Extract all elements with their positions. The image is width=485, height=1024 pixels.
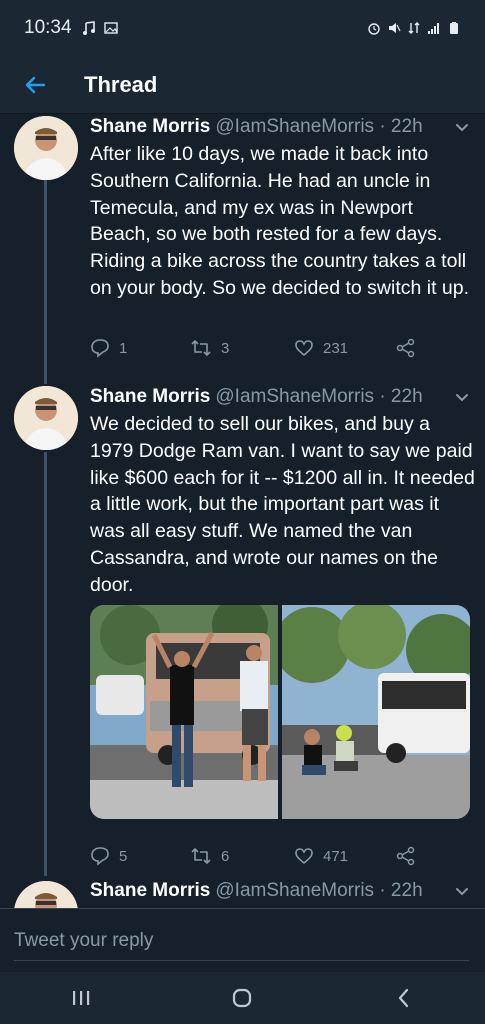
- gallery-icon: [103, 22, 118, 34]
- signal-icon: [428, 23, 439, 34]
- tweet-actions: 5 6 471: [90, 846, 430, 870]
- like-count: 231: [323, 339, 349, 357]
- system-nav-bar: [0, 972, 485, 1024]
- status-right-icons: [367, 21, 461, 35]
- tweet-header: Shane Morris @IamShaneMorris · 22h: [90, 116, 471, 138]
- home-button[interactable]: [212, 976, 272, 1020]
- reply-count: 1: [119, 339, 128, 357]
- share-icon: [396, 846, 415, 866]
- tweet-media[interactable]: [90, 605, 470, 819]
- battery-icon: [450, 22, 458, 34]
- reply-icon: [91, 339, 109, 358]
- author-name[interactable]: Shane Morris: [90, 386, 210, 408]
- like-button[interactable]: 471: [294, 846, 348, 866]
- share-button[interactable]: [396, 338, 416, 358]
- recents-button[interactable]: [51, 976, 111, 1020]
- retweet-icon: [191, 848, 211, 864]
- retweet-button[interactable]: 3: [190, 338, 229, 358]
- reply-input[interactable]: [14, 921, 469, 961]
- home-icon: [233, 988, 252, 1008]
- top-bar: Thread: [0, 56, 485, 114]
- tweet-actions: 1 3 231: [90, 338, 430, 362]
- retweet-count: 6: [221, 847, 230, 865]
- tweet[interactable]: Shane Morris @IamShaneMorris · 22h We de…: [0, 384, 485, 874]
- chevron-down-icon[interactable]: [453, 882, 471, 900]
- like-button[interactable]: 231: [294, 338, 348, 358]
- reply-bar: [0, 908, 485, 972]
- avatar[interactable]: [14, 386, 78, 450]
- mute-icon: [389, 23, 401, 33]
- recents-icon: [72, 991, 90, 1005]
- back-arrow-icon: [25, 76, 46, 93]
- tweet[interactable]: Shane Morris @IamShaneMorris · 22h: [0, 879, 485, 908]
- thread-timeline[interactable]: Shane Morris @IamShaneMorris · 22h After…: [0, 114, 485, 908]
- back-button[interactable]: [0, 56, 70, 114]
- chevron-down-icon[interactable]: [453, 118, 471, 136]
- avatar[interactable]: [14, 116, 78, 180]
- retweet-icon: [191, 340, 211, 356]
- back-icon: [399, 988, 409, 1008]
- system-back-button[interactable]: [374, 976, 434, 1020]
- author-handle[interactable]: @IamShaneMorris · 22h: [215, 386, 422, 408]
- tweet[interactable]: Shane Morris @IamShaneMorris · 22h After…: [0, 114, 485, 384]
- like-icon: [295, 340, 313, 357]
- music-note-icon: [82, 21, 95, 35]
- media-photo-van[interactable]: [90, 605, 278, 819]
- tweet-text: After like 10 days, we made it back into…: [90, 143, 470, 299]
- share-button[interactable]: [396, 846, 416, 866]
- reply-button[interactable]: 1: [90, 338, 127, 358]
- reply-icon: [91, 847, 109, 866]
- share-icon: [396, 338, 415, 358]
- tweet-text: We decided to sell our bikes, and buy a …: [90, 413, 475, 596]
- like-count: 471: [323, 847, 349, 865]
- tweet-header: Shane Morris @IamShaneMorris · 22h: [90, 880, 471, 902]
- reply-count: 5: [119, 847, 128, 865]
- reply-button[interactable]: 5: [90, 846, 127, 866]
- status-bar: 10:34: [0, 0, 485, 56]
- like-icon: [295, 848, 313, 865]
- tweet-header: Shane Morris @IamShaneMorris · 22h: [90, 386, 471, 408]
- status-time: 10:34: [24, 17, 72, 38]
- author-name[interactable]: Shane Morris: [90, 880, 210, 902]
- retweet-button[interactable]: 6: [190, 846, 229, 866]
- media-photo-parking-lot[interactable]: [282, 605, 470, 819]
- chevron-down-icon[interactable]: [453, 388, 471, 406]
- alarm-icon: [368, 23, 380, 35]
- retweet-count: 3: [221, 339, 230, 357]
- page-title: Thread: [84, 71, 158, 97]
- author-handle[interactable]: @IamShaneMorris · 22h: [215, 880, 422, 902]
- status-left-icons: [82, 21, 118, 35]
- avatar[interactable]: [14, 881, 78, 908]
- author-handle[interactable]: @IamShaneMorris · 22h: [215, 116, 422, 138]
- author-name[interactable]: Shane Morris: [90, 116, 210, 138]
- data-icon: [408, 22, 420, 34]
